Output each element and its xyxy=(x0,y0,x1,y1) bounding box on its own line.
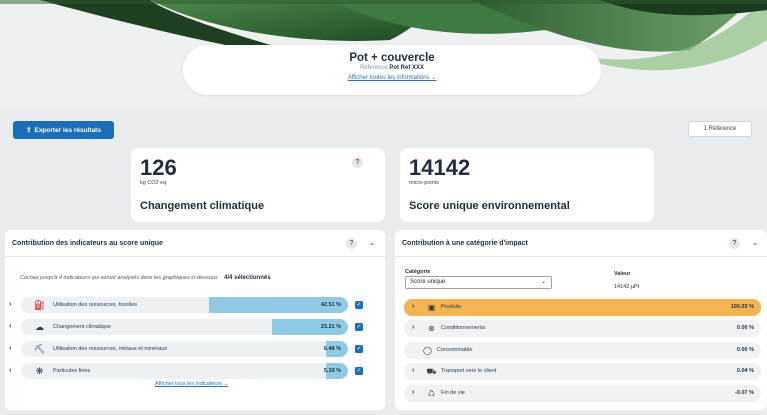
kpi-name: Changement climatique xyxy=(140,200,265,212)
indicator-checkbox[interactable]: ✓ xyxy=(355,323,363,331)
impact-category-row[interactable]: › ♺ Fin de vie -0.07 % xyxy=(404,385,761,402)
show-all-indicators-link[interactable]: Afficher tous les indicateurs ⌄ xyxy=(155,381,228,387)
impact-category-row[interactable]: ◯ Consommable 0.00 % xyxy=(404,342,761,359)
selection-count: 4/4 sélectionnés xyxy=(224,275,271,281)
impact-category-row[interactable]: › ▣ Produits 100.03 % xyxy=(404,299,761,316)
category-row-label: Conditionnements xyxy=(441,325,486,331)
reference-count-button[interactable]: 1 Référence xyxy=(688,121,752,137)
expand-chevron-icon[interactable]: › xyxy=(9,301,11,308)
indicator-instruction: Cochez jusqu'à 4 indicateurs qui seront … xyxy=(20,275,271,281)
instruction-text: Cochez jusqu'à 4 indicateurs qui seront … xyxy=(20,275,218,281)
indicator-checkbox[interactable]: ✓ xyxy=(355,301,363,309)
share-icon: ⇪ xyxy=(26,127,32,134)
category-row-label: Transport vers le client xyxy=(441,368,497,374)
expand-chevron-icon[interactable]: › xyxy=(412,303,414,310)
recycle-icon: ♺ xyxy=(427,389,436,398)
category-row-label: Produits xyxy=(441,304,462,310)
consumable-icon: ◯ xyxy=(423,346,432,355)
indicator-percent: 23.21 % xyxy=(320,324,341,330)
expand-chevron-icon[interactable]: › xyxy=(412,367,414,374)
product-title-card: Pot + couvercle Référence Pot Ref XXX Af… xyxy=(183,45,601,95)
particles-icon: ❋ xyxy=(35,366,44,376)
expand-chevron-icon[interactable]: › xyxy=(412,324,414,331)
category-row-label: Consommable xyxy=(437,347,473,353)
panel-header: Contribution des indicateurs au score un… xyxy=(5,230,385,257)
product-icon: ▣ xyxy=(427,303,436,312)
indicator-row[interactable]: ⛏ Utilisation des ressources, métaux et m… xyxy=(21,341,348,357)
product-title: Pot + couvercle xyxy=(349,52,435,64)
category-select[interactable]: Score unique ⌄ xyxy=(405,276,552,289)
category-row-percent: 0.00 % xyxy=(736,347,754,353)
expand-chevron-icon[interactable]: › xyxy=(9,367,11,374)
kpi-card-climate: 126 kg CO2 eq Changement climatique ? xyxy=(131,148,385,222)
minerals-icon: ⛏ xyxy=(34,344,46,354)
impact-category-row[interactable]: › ⊛ Conditionnements 0.00 % xyxy=(404,320,761,337)
panel-title: Contribution des indicateurs au score un… xyxy=(12,240,163,247)
help-icon[interactable]: ? xyxy=(352,157,363,168)
help-icon[interactable]: ? xyxy=(346,238,357,249)
indicator-percent: 6.48 % xyxy=(323,346,341,352)
indicator-checkbox[interactable]: ✓ xyxy=(355,367,363,375)
category-row-percent: -0.07 % xyxy=(735,390,754,396)
category-row-percent: 100.03 % xyxy=(730,304,754,310)
climate-icon: ☁ xyxy=(35,322,44,332)
kpi-unit: kg CO2 eq xyxy=(140,180,167,186)
value-text: 14142 µPt xyxy=(614,284,640,290)
expand-chevron-icon[interactable]: › xyxy=(9,323,11,330)
expand-chevron-icon[interactable]: › xyxy=(9,345,11,352)
fossil-icon: ⛽ xyxy=(34,300,46,310)
indicator-label: Changement climatique xyxy=(53,324,111,330)
indicator-row[interactable]: ❋ Particules fines 5.19 % xyxy=(21,363,348,379)
kpi-unit: micro-points xyxy=(409,180,439,186)
indicator-percent: 5.19 % xyxy=(323,368,341,374)
indicator-label: Utilisation des ressources, fossiles xyxy=(53,302,138,308)
help-icon[interactable]: ? xyxy=(729,238,740,249)
show-all-info-link[interactable]: Afficher toutes les informations ⌄ xyxy=(183,74,601,81)
indicator-label: Particules fines xyxy=(53,368,91,374)
export-results-label: Exporter les résultats xyxy=(34,126,101,134)
export-results-button[interactable]: ⇪ Exporter les résultats xyxy=(13,121,114,139)
chevron-down-icon[interactable]: ⌄ xyxy=(369,239,375,247)
packaging-icon: ⊛ xyxy=(428,324,435,333)
category-row-percent: 0.00 % xyxy=(736,325,754,331)
kpi-card-single-score: 14142 micro-points Score unique environn… xyxy=(400,148,654,222)
kpi-name: Score unique environnemental xyxy=(409,200,570,212)
indicator-row[interactable]: ⛽ Utilisation des ressources, fossiles 42.… xyxy=(21,297,348,313)
reference-label: Référence xyxy=(359,65,388,71)
category-label: Catégorie xyxy=(405,269,431,275)
indicator-percent: 42.51 % xyxy=(320,302,341,308)
value-label: Valeur xyxy=(614,271,631,277)
category-selected-value: Score unique xyxy=(410,279,446,285)
category-row-label: Fin de vie xyxy=(441,390,465,396)
panel-header: Contribution à une catégorie d'impact ? … xyxy=(395,230,767,257)
kpi-value: 14142 xyxy=(409,155,471,180)
expand-chevron-icon[interactable]: › xyxy=(412,389,414,396)
chevron-down-icon: ⌄ xyxy=(540,279,546,285)
reference-line: Référence Pot Ref XXX xyxy=(183,65,601,71)
category-row-percent: 0.04 % xyxy=(736,368,754,374)
panel-title: Contribution à une catégorie d'impact xyxy=(402,240,528,247)
indicator-row[interactable]: ☁ Changement climatique 23.21 % xyxy=(21,319,348,335)
reference-value: Pot Ref XXX xyxy=(389,65,425,71)
kpi-value: 126 xyxy=(140,155,177,180)
truck-icon: ⛟ xyxy=(426,367,437,376)
impact-category-row[interactable]: › ⛟ Transport vers le client 0.04 % xyxy=(404,363,761,380)
chevron-down-icon[interactable]: ⌄ xyxy=(752,239,758,247)
indicator-checkbox[interactable]: ✓ xyxy=(355,345,363,353)
indicator-label: Utilisation des ressources, métaux et mi… xyxy=(53,346,168,352)
